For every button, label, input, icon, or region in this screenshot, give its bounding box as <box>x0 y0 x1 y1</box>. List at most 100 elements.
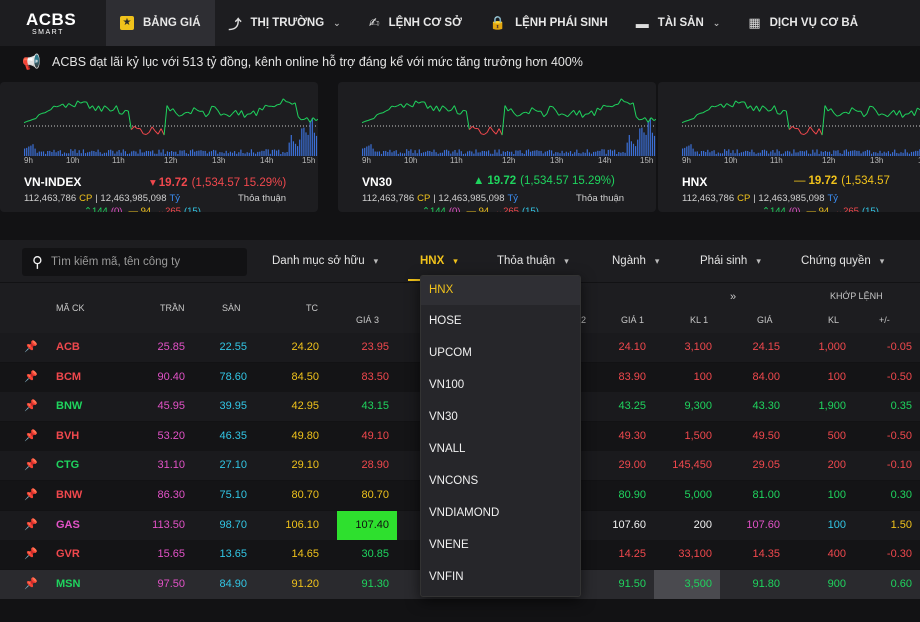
price-line-segment <box>696 112 701 116</box>
price-line-segment <box>561 113 565 116</box>
price-line-segment <box>644 117 649 123</box>
nav-item-0[interactable]: ★ BẢNG GIÁ <box>106 0 215 46</box>
match-change: -0.05 <box>886 341 912 353</box>
price-line-segment <box>312 117 317 121</box>
volume-bar <box>370 144 372 156</box>
ceiling-price: 113.50 <box>152 518 185 531</box>
pin-icon[interactable]: 📌 <box>24 333 38 362</box>
search-box[interactable]: ⚲ <box>22 248 247 276</box>
index-volume: 112,463,786 CP | 12,463,985,098 Tỷ <box>682 193 838 204</box>
dropdown-option-vnene[interactable]: VNENE <box>421 529 580 561</box>
symbol-code[interactable]: GAS <box>56 511 80 540</box>
price-line-segment <box>720 103 725 108</box>
price-line-segment <box>599 104 604 111</box>
symbol-code[interactable]: BNW <box>56 481 82 510</box>
dropdown-option-vnfin[interactable]: VNFIN <box>421 561 580 593</box>
symbol-code[interactable]: BCM <box>56 363 81 392</box>
filter-tab-1[interactable]: HNX ▾ <box>420 255 458 267</box>
price-line-segment <box>24 120 28 124</box>
nav-item-2[interactable]: ✍ LỆNH CƠ SỞ <box>355 0 476 46</box>
dropdown-option-vnall[interactable]: VNALL <box>421 433 580 465</box>
dropdown-option-vn100[interactable]: VN100 <box>421 369 580 401</box>
pin-icon[interactable]: 📌 <box>24 481 38 510</box>
pin-icon[interactable]: 📌 <box>24 363 38 392</box>
dropdown-option-vncons[interactable]: VNCONS <box>421 465 580 497</box>
price-line-segment <box>450 105 455 111</box>
price-line-segment <box>732 100 737 108</box>
pin-icon[interactable]: 📌 <box>24 392 38 421</box>
price-line-segment <box>911 110 915 116</box>
price-line-segment <box>768 109 772 112</box>
pin-icon[interactable]: 📌 <box>24 422 38 451</box>
search-input[interactable] <box>51 256 231 268</box>
price-line-segment <box>753 105 757 111</box>
symbol-code[interactable]: BNW <box>56 392 82 421</box>
pin-icon[interactable]: 📌 <box>24 570 38 599</box>
volume-bar <box>305 132 307 156</box>
bid-volume-1: 33,100 <box>678 548 712 561</box>
pin-icon[interactable]: 📌 <box>24 511 38 540</box>
price-line-segment <box>376 112 381 116</box>
acbs-logo[interactable]: ACBS SMART <box>0 11 106 36</box>
time-label: 9h <box>24 156 33 165</box>
announcement-bar[interactable]: 📢 ACBS đạt lãi kỷ lục với 513 tỷ đồng, k… <box>0 46 920 78</box>
price-line-segment <box>445 107 449 112</box>
expand-columns-button[interactable]: » <box>730 291 736 303</box>
nav-item-1[interactable]: ⤴ THỊ TRƯỜNG ⌄ <box>215 0 355 46</box>
price-line-segment <box>382 110 387 114</box>
price-line-segment <box>902 113 906 118</box>
filter-tab-0[interactable]: Danh mục sở hữu ▾ <box>272 255 378 267</box>
filter-tab-3[interactable]: Ngành ▾ <box>612 255 659 267</box>
time-label: 15h <box>302 156 316 165</box>
price-line-segment <box>899 110 903 118</box>
pin-icon[interactable]: 📌 <box>24 451 38 480</box>
filter-tab-2[interactable]: Thỏa thuận ▾ <box>497 255 569 267</box>
filter-tab-4[interactable]: Phái sinh ▾ <box>700 255 761 267</box>
pin-icon[interactable]: 📌 <box>24 540 38 569</box>
index-card-hnx[interactable]: 9h10h11h12h13h14h15hHNX—19.72(1,534.5711… <box>658 82 920 212</box>
dropdown-option-hose[interactable]: HOSE <box>421 305 580 337</box>
price-line-segment <box>534 109 539 112</box>
price-line-segment <box>154 130 159 135</box>
price-line-segment <box>232 109 236 114</box>
match-price: 91.80 <box>752 577 780 590</box>
volume-bar <box>192 149 194 156</box>
price-line-segment <box>121 109 126 115</box>
price-line-segment <box>597 107 601 111</box>
price-line-segment <box>406 103 410 106</box>
index-card-vn-index[interactable]: 9h 10h 11h 12h 13h 14h 15h VN-INDEX ▾ 19.72 (1,534… <box>0 82 318 212</box>
symbol-code[interactable]: ACB <box>56 333 80 362</box>
price-line-segment <box>250 110 254 115</box>
match-price: 24.15 <box>752 341 780 353</box>
dropdown-option-upcom[interactable]: UPCOM <box>421 337 580 369</box>
reference-price: 80.70 <box>291 489 319 501</box>
volume-bar <box>290 135 292 156</box>
dropdown-option-vndiamond[interactable]: VNDIAMOND <box>421 497 580 529</box>
change-value: 19.72 <box>158 177 188 189</box>
price-line-segment <box>788 126 793 130</box>
dropdown-option-hnx[interactable]: HNX <box>421 276 580 305</box>
index-card-vn30[interactable]: 9h 10h 11h 12h 13h 14h 15h VN30 ▲ 19.72 (1,534.57 … <box>338 82 656 212</box>
nav-item-5[interactable]: ▦ DỊCH VỤ CƠ BẢ <box>734 0 872 46</box>
price-line-segment <box>682 120 686 124</box>
grid-icon: ▦ <box>748 15 761 30</box>
symbol-code[interactable]: CTG <box>56 451 79 480</box>
price-line-segment <box>564 114 568 118</box>
index-change: ▾ 19.72 (1,534.57 15.29%) <box>150 175 286 189</box>
nav-item-3[interactable]: 🔒 LỆNH PHÁI SINH <box>476 0 622 46</box>
nav-item-4[interactable]: ▬ TÀI SẢN ⌄ <box>622 0 735 46</box>
index-change: ▲ 19.72 (1,534.57 15.29%) <box>473 175 615 187</box>
match-change: -0.50 <box>886 429 912 442</box>
price-line-segment <box>130 126 135 130</box>
symbol-code[interactable]: BVH <box>56 422 79 451</box>
price-line-segment <box>690 118 695 120</box>
symbol-code[interactable]: GVR <box>56 540 80 569</box>
filter-tab-5[interactable]: Chứng quyền ▾ <box>801 255 884 267</box>
dropdown-option-vn30[interactable]: VN30 <box>421 401 580 433</box>
bid-price-3: 30.85 <box>361 548 389 561</box>
symbol-code[interactable]: MSN <box>56 570 80 599</box>
floor-price: 13.65 <box>219 548 247 561</box>
index-volume: 112,463,786 CP | 12,463,985,098 Tỷ <box>362 193 518 204</box>
price-line-segment <box>546 106 551 115</box>
change-value: 19.72 <box>808 175 838 187</box>
